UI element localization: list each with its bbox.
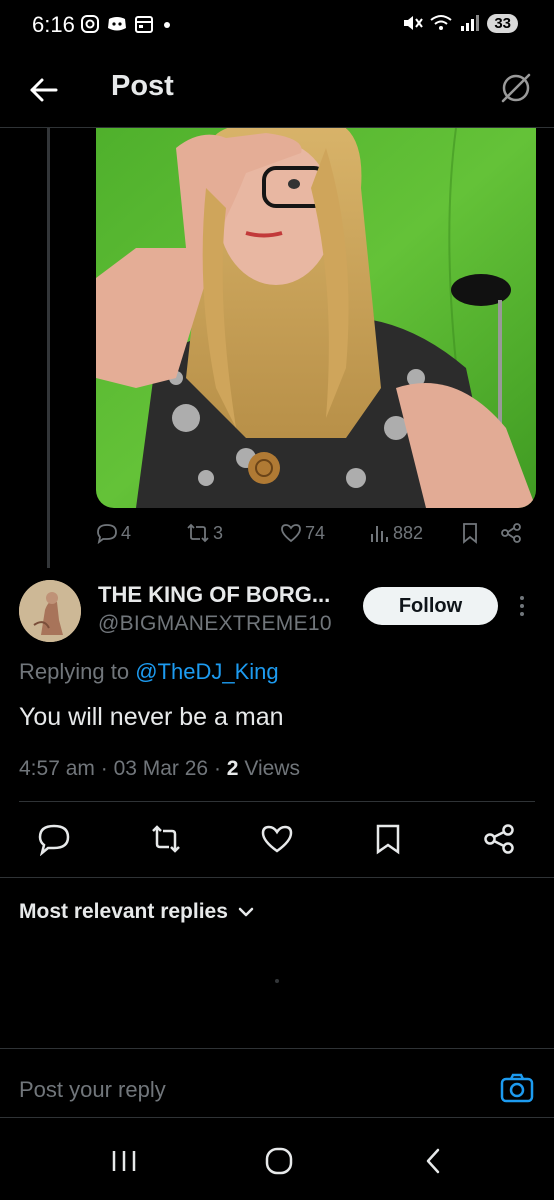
like-count: 74 (305, 522, 326, 543)
back-arrow-icon[interactable] (26, 72, 62, 108)
post-meta: 4:57 am · 03 Mar 26 · 2 Views (19, 757, 300, 781)
back-nav-icon[interactable] (414, 1146, 454, 1176)
share-icon (501, 523, 521, 543)
header: Post (0, 56, 554, 128)
discord-icon (108, 17, 126, 31)
views-chart-icon (371, 526, 388, 542)
avatar[interactable] (19, 580, 81, 642)
heart-icon (281, 524, 301, 543)
views-action[interactable]: 882 (368, 522, 423, 544)
signal-icon (461, 15, 480, 31)
reply-action[interactable]: 4 (96, 522, 131, 544)
thread-connector-line (47, 128, 50, 568)
camera-icon[interactable] (500, 1071, 534, 1105)
status-time: 6:16 (32, 12, 75, 37)
reply-sort-label: Most relevant replies (19, 900, 228, 923)
post-photo (96, 128, 536, 508)
reply-input[interactable]: Post your reply (19, 1077, 166, 1103)
chevron-down-icon (238, 907, 254, 917)
post-image[interactable] (96, 128, 536, 508)
loading-indicator (275, 979, 279, 983)
repost-icon[interactable] (149, 822, 183, 856)
reply-icon[interactable] (37, 822, 71, 856)
reply-count: 4 (121, 522, 132, 543)
share-icon[interactable] (482, 822, 516, 856)
bookmark-icon[interactable] (371, 822, 405, 856)
reply-views-count[interactable]: 2 (227, 757, 239, 780)
bookmark-action[interactable] (460, 522, 480, 544)
views-count: 882 (393, 522, 424, 543)
meta-separator: · (213, 757, 227, 780)
repost-count: 3 (213, 522, 224, 543)
divider (19, 801, 535, 802)
grok-icon[interactable] (498, 70, 534, 106)
reply-icon (97, 524, 117, 544)
reply-text: You will never be a man (19, 703, 284, 731)
bookmark-icon (463, 523, 477, 544)
divider (0, 877, 554, 878)
wifi-icon (430, 15, 452, 30)
share-action[interactable] (500, 522, 522, 544)
heart-icon[interactable] (260, 822, 294, 856)
system-nav-bar (0, 1120, 554, 1200)
replying-prefix: Replying to (19, 659, 130, 684)
reply-composer[interactable]: Post your reply (0, 1048, 554, 1120)
status-bar: 6:16 33 (0, 0, 554, 56)
more-options-icon[interactable] (514, 594, 530, 618)
mute-icon (404, 16, 424, 30)
repost-action[interactable]: 3 (186, 522, 223, 544)
reply-action-bar (0, 818, 554, 862)
follow-button[interactable]: Follow (363, 587, 498, 625)
post-time: 4:57 am (19, 757, 95, 780)
meta-separator: · (100, 757, 114, 780)
post-action-row: 4 3 74 882 (96, 522, 536, 552)
replying-to-line: Replying to @TheDJ_King (19, 659, 279, 685)
calendar-icon (135, 16, 153, 33)
user-handle[interactable]: @BIGMANEXTREME10 (98, 612, 332, 636)
instagram-icon (81, 15, 99, 33)
reply-sort-dropdown[interactable]: Most relevant replies (19, 900, 254, 924)
home-icon[interactable] (259, 1146, 299, 1176)
replying-to-mention[interactable]: @TheDJ_King (135, 659, 278, 684)
divider (0, 1117, 554, 1118)
dot-icon (164, 22, 170, 28)
post-date: 03 Mar 26 (113, 757, 209, 780)
battery-indicator: 33 (487, 13, 518, 33)
recent-apps-icon[interactable] (104, 1146, 144, 1176)
page-title: Post (111, 70, 174, 102)
repost-icon (187, 523, 209, 543)
display-name[interactable]: THE KING OF BORG... (98, 582, 330, 608)
like-action[interactable]: 74 (280, 522, 325, 544)
avatar-image (19, 580, 81, 642)
reply-views-label[interactable]: Views (244, 757, 300, 780)
reply-author-row: THE KING OF BORG... @BIGMANEXTREME10 Fol… (0, 578, 554, 648)
